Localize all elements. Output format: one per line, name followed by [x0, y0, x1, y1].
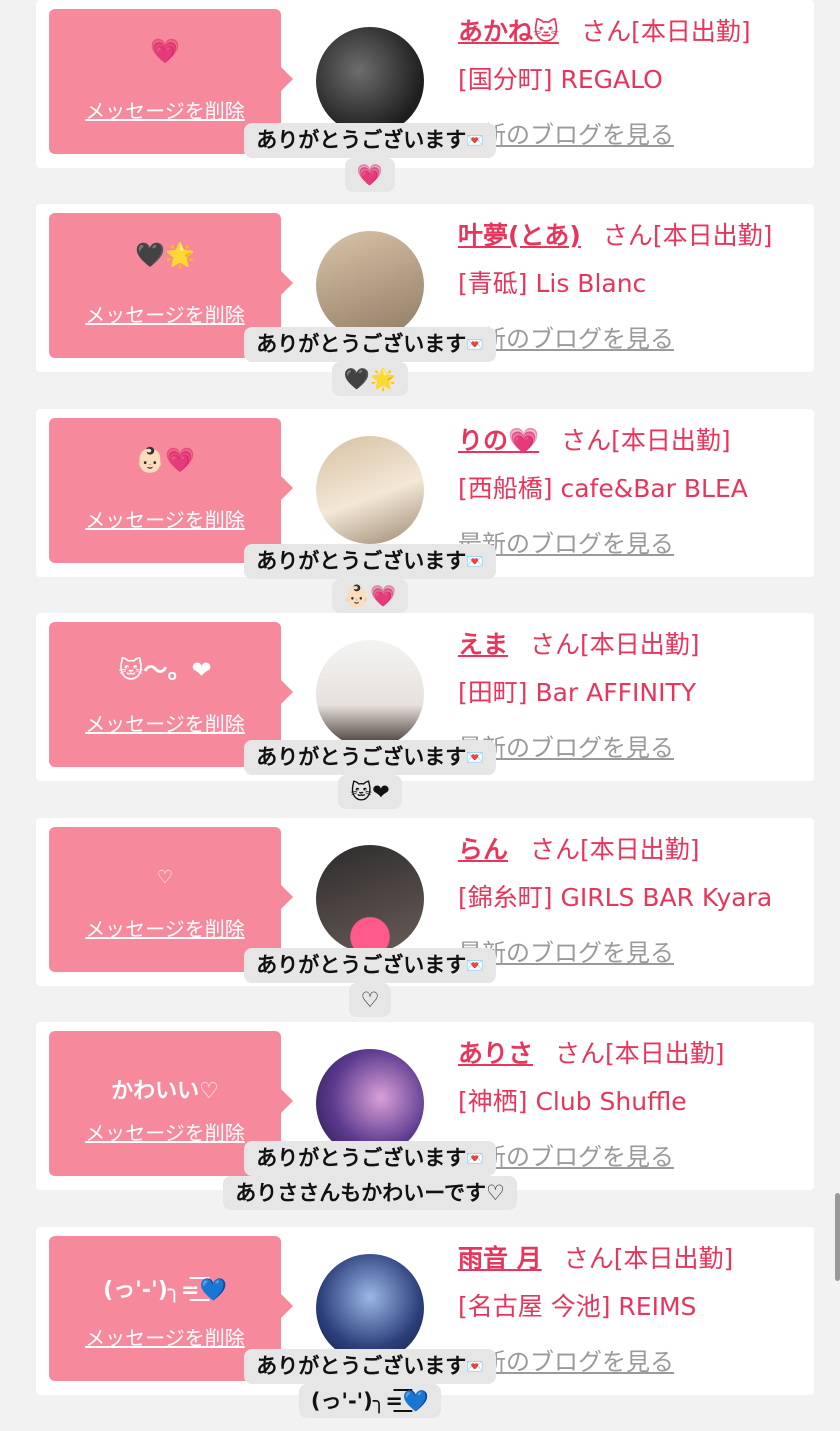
- status-badge: [本日出勤]: [580, 835, 700, 864]
- heart-letter-icon: 💌: [466, 1359, 484, 1375]
- heart-letter-icon: 💌: [466, 337, 484, 353]
- avatar[interactable]: [316, 436, 424, 544]
- delete-message-link[interactable]: メッセージを削除: [49, 913, 281, 942]
- reply-thanks: ありがとうございます💌: [244, 740, 496, 775]
- heart-letter-icon: 💌: [466, 958, 484, 974]
- message-text: 🐱〜。❤: [118, 656, 212, 684]
- status-badge: [本日出勤]: [605, 1039, 725, 1068]
- reply-text: (っ'-')╮=͟͟͞͞💙: [298, 1384, 442, 1418]
- message-text: ♡: [156, 867, 174, 888]
- honorific: さん: [530, 630, 581, 659]
- heart-letter-icon: 💌: [466, 554, 484, 570]
- reply-text: 💗: [344, 158, 396, 192]
- honorific: さん: [602, 221, 653, 250]
- reply-thanks: ありがとうございます💌: [244, 1349, 496, 1384]
- shop-name: [田町] Bar AFFINITY: [458, 678, 697, 707]
- reply-thanks: ありがとうございます💌: [244, 948, 496, 983]
- cast-name-link[interactable]: 叶夢(とあ): [458, 221, 581, 250]
- shop-name: [国分町] REGALO: [458, 65, 663, 94]
- message-text: かわいい♡: [111, 1079, 219, 1104]
- reply-thanks: ありがとうございます💌: [244, 1141, 496, 1176]
- avatar[interactable]: [316, 1254, 424, 1362]
- avatar[interactable]: [316, 27, 424, 135]
- name-line: 叶夢(とあ) さん[本日出勤]: [458, 216, 772, 252]
- heart-letter-icon: 💌: [466, 1151, 484, 1167]
- delete-message-link[interactable]: メッセージを削除: [49, 95, 281, 124]
- shop-name: [錦糸町] GIRLS BAR Kyara: [458, 883, 773, 912]
- cast-name-link[interactable]: りの💗: [458, 426, 539, 455]
- reply-text: ♡: [348, 983, 392, 1017]
- honorific: さん: [561, 426, 612, 455]
- delete-message-link[interactable]: メッセージを削除: [49, 708, 281, 737]
- heart-letter-icon: 💌: [466, 750, 484, 766]
- cast-name-link[interactable]: えま: [458, 630, 508, 659]
- message-text: (っ'-')╮=͟͟͞͞💙: [103, 1278, 227, 1303]
- status-badge: [本日出勤]: [631, 17, 751, 46]
- name-line: りの💗 さん[本日出勤]: [458, 421, 731, 457]
- name-line: あかね🐱 さん[本日出勤]: [458, 12, 751, 48]
- reply-text: 🖤🌟: [331, 362, 409, 396]
- honorific: さん: [555, 1039, 606, 1068]
- name-line: えま さん[本日出勤]: [458, 625, 700, 661]
- delete-message-link[interactable]: メッセージを削除: [49, 504, 281, 533]
- avatar[interactable]: [316, 231, 424, 339]
- honorific: さん: [581, 17, 632, 46]
- reply-text: 👶🏻💗: [331, 579, 409, 613]
- name-line: らん さん[本日出勤]: [458, 830, 700, 866]
- scrollbar[interactable]: [835, 1193, 840, 1281]
- delete-message-link[interactable]: メッセージを削除: [49, 299, 281, 328]
- name-line: 雨音 月さん[本日出勤]: [458, 1239, 733, 1275]
- reply-thanks: ありがとうございます💌: [244, 123, 496, 158]
- shop-name: [青砥] Lis Blanc: [458, 269, 647, 298]
- status-badge: [本日出勤]: [652, 221, 773, 250]
- name-line: ありさ さん[本日出勤]: [458, 1034, 725, 1070]
- avatar[interactable]: [316, 845, 424, 953]
- honorific: さん: [563, 1244, 614, 1273]
- message-bubble: 👶🏻💗 メッセージを削除: [49, 418, 293, 563]
- status-badge: [本日出勤]: [611, 426, 731, 455]
- shop-name: [神栖] Club Shuffle: [458, 1087, 687, 1116]
- cast-name-link[interactable]: あかね🐱: [458, 17, 559, 46]
- avatar[interactable]: [316, 640, 424, 748]
- message-text: 🖤🌟: [135, 241, 195, 269]
- cast-name-link[interactable]: らん: [458, 835, 508, 864]
- message-text: 👶🏻💗: [135, 446, 195, 474]
- reply-text: 🐱❤: [338, 775, 402, 809]
- status-badge: [本日出勤]: [580, 630, 700, 659]
- reply-thanks: ありがとうございます💌: [244, 544, 496, 579]
- honorific: さん: [530, 835, 581, 864]
- status-badge: [本日出勤]: [613, 1244, 734, 1273]
- reply-text: ありささんもかわいーです♡: [223, 1176, 517, 1210]
- heart-letter-icon: 💌: [466, 133, 484, 149]
- delete-message-link[interactable]: メッセージを削除: [49, 1322, 281, 1351]
- cast-name-link[interactable]: ありさ: [458, 1039, 533, 1068]
- reply-thanks: ありがとうございます💌: [244, 327, 496, 362]
- message-text: 💗: [150, 37, 180, 65]
- cast-name-link[interactable]: 雨音 月: [458, 1244, 542, 1273]
- shop-name: [名古屋 今池] REIMS: [458, 1292, 697, 1321]
- shop-name: [西船橋] cafe&Bar BLEA: [458, 474, 748, 503]
